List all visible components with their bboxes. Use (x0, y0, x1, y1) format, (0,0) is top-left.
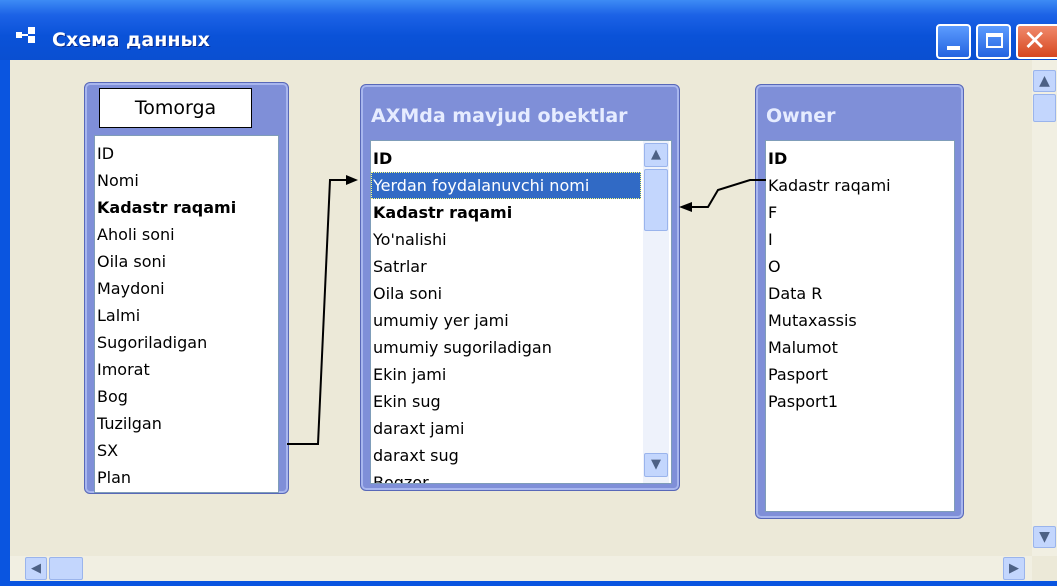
relationship-lines (287, 175, 766, 445)
arrow-head-icon (346, 175, 358, 185)
arrow-head-icon (679, 202, 692, 212)
window-frame: Схема данных ✕ ▲ ▼ ◀ ▶ ID Nomi Kadastr raq… (0, 0, 1057, 586)
relationship-line-tomorga-axm (287, 179, 346, 445)
relationship-line-owner-axm (692, 179, 766, 208)
